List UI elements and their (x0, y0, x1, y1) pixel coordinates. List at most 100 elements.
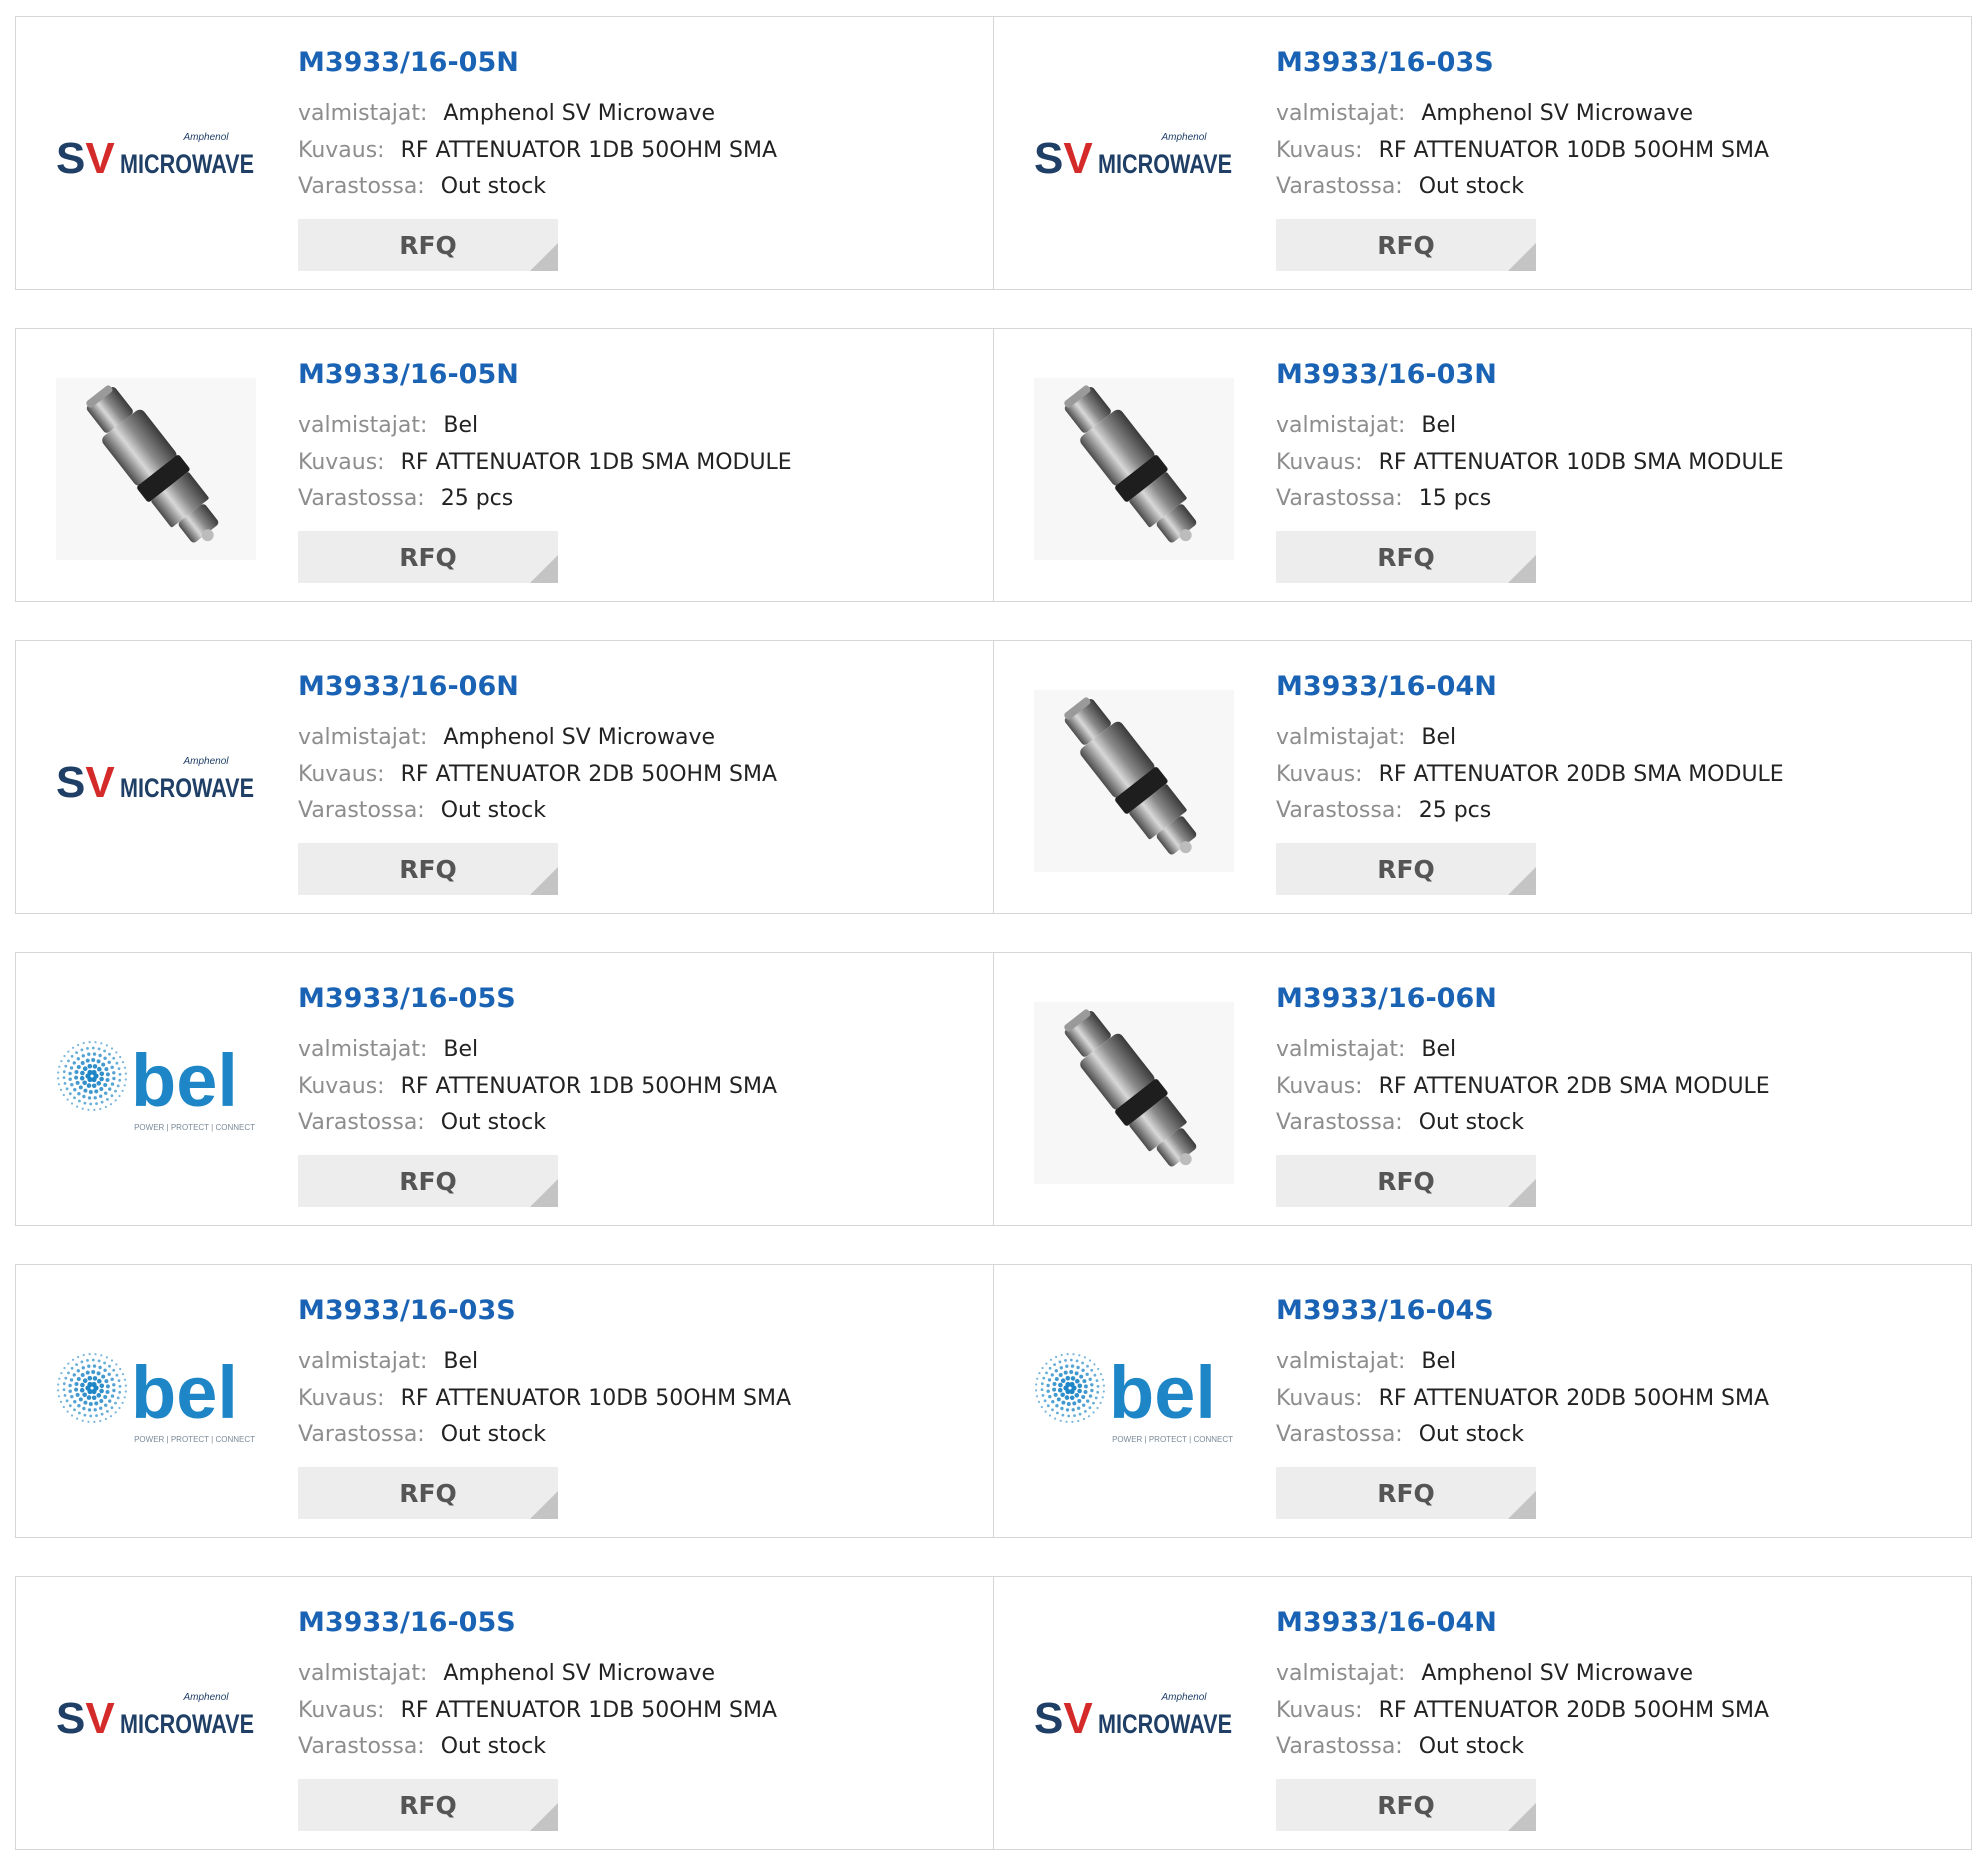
product-card: Amphenol SV MICROWAVE M3933/16-03S valmi… (993, 17, 1972, 289)
description-value: RF ATTENUATOR 20DB SMA MODULE (1378, 762, 1784, 787)
rfq-button[interactable]: RFQ (1276, 219, 1536, 271)
stock-field: Varastossa: 25 pcs (298, 486, 513, 511)
product-image[interactable] (1033, 1002, 1235, 1184)
manufacturer-value: Bel (1421, 413, 1457, 438)
rfq-button[interactable]: RFQ (298, 1779, 558, 1831)
product-image[interactable]: Amphenol SV MICROWAVE (1033, 1626, 1235, 1808)
manufacturer-value: Bel (443, 413, 479, 438)
manufacturer-field: valmistajat: Amphenol SV Microwave (1276, 1661, 1693, 1686)
description-field: Kuvaus: RF ATTENUATOR 2DB 50OHM SMA (298, 762, 777, 787)
description-field: Kuvaus: RF ATTENUATOR 2DB SMA MODULE (1276, 1074, 1770, 1099)
manufacturer-field: valmistajat: Bel (298, 1037, 478, 1062)
rfq-button[interactable]: RFQ (1276, 843, 1536, 895)
product-image[interactable] (1033, 378, 1235, 560)
rfq-button-label: RFQ (399, 542, 457, 572)
manufacturer-label: valmistajat: (1276, 101, 1406, 126)
rfq-button-label: RFQ (1377, 1166, 1435, 1196)
product-image[interactable]: Amphenol SV MICROWAVE (55, 690, 257, 872)
rfq-button[interactable]: RFQ (1276, 1467, 1536, 1519)
part-number-link[interactable]: M3933/16-04N (1276, 671, 1497, 702)
manufacturer-label: valmistajat: (298, 1037, 428, 1062)
product-row: Amphenol SV MICROWAVE M3933/16-06N valmi… (15, 640, 1972, 914)
logo-word-text: bel (1109, 1351, 1216, 1434)
manufacturer-value: Amphenol SV Microwave (1421, 1661, 1694, 1686)
product-image[interactable]: bel POWER | PROTECT | CONNECT (55, 1314, 257, 1496)
bel-burst-icon (57, 1041, 127, 1111)
rfq-button[interactable]: RFQ (298, 219, 558, 271)
rfq-button[interactable]: RFQ (1276, 1779, 1536, 1831)
description-value: RF ATTENUATOR 10DB SMA MODULE (1378, 450, 1784, 475)
rfq-button[interactable]: RFQ (298, 1155, 558, 1207)
product-image[interactable]: Amphenol SV MICROWAVE (55, 1626, 257, 1808)
manufacturer-label: valmistajat: (298, 1661, 428, 1686)
logo-tagline-text: Amphenol (182, 132, 229, 143)
part-number-link[interactable]: M3933/16-04S (1276, 1295, 1494, 1326)
manufacturer-label: valmistajat: (1276, 413, 1406, 438)
rfq-button[interactable]: RFQ (1276, 1155, 1536, 1207)
description-field: Kuvaus: RF ATTENUATOR 1DB SMA MODULE (298, 450, 792, 475)
logo-mark-text: SV (1034, 134, 1093, 183)
rfq-button[interactable]: RFQ (298, 531, 558, 583)
corner-triangle-icon (530, 1803, 558, 1831)
logo-tagline-text: POWER | PROTECT | CONNECT (134, 1123, 255, 1132)
stock-label: Varastossa: (1276, 798, 1403, 823)
stock-label: Varastossa: (298, 798, 425, 823)
manufacturer-field: valmistajat: Bel (298, 413, 478, 438)
part-number-link[interactable]: M3933/16-03S (1276, 47, 1494, 78)
description-value: RF ATTENUATOR 2DB SMA MODULE (1378, 1074, 1770, 1099)
stock-field: Varastossa: Out stock (1276, 1422, 1524, 1447)
part-number-link[interactable]: M3933/16-03S (298, 1295, 516, 1326)
rfq-button-label: RFQ (399, 1478, 457, 1508)
stock-label: Varastossa: (1276, 1734, 1403, 1759)
product-row: bel POWER | PROTECT | CONNECT M3933/16-0… (15, 1264, 1972, 1538)
product-image[interactable]: bel POWER | PROTECT | CONNECT (55, 1002, 257, 1184)
rfq-button-label: RFQ (399, 854, 457, 884)
stock-value: Out stock (440, 174, 546, 199)
logo-word-text: bel (131, 1039, 238, 1122)
product-image[interactable] (1033, 690, 1235, 872)
logo-tagline-text: Amphenol (182, 1692, 229, 1703)
product-image[interactable]: Amphenol SV MICROWAVE (1033, 66, 1235, 248)
manufacturer-label: valmistajat: (298, 1349, 428, 1374)
part-number-link[interactable]: M3933/16-06N (298, 671, 519, 702)
corner-triangle-icon (1508, 1491, 1536, 1519)
stock-label: Varastossa: (298, 1422, 425, 1447)
stock-value: 25 pcs (1418, 798, 1492, 823)
product-image[interactable]: bel POWER | PROTECT | CONNECT (1033, 1314, 1235, 1496)
description-label: Kuvaus: (1276, 1386, 1363, 1411)
product-image[interactable] (55, 378, 257, 560)
rfq-button[interactable]: RFQ (298, 1467, 558, 1519)
description-value: RF ATTENUATOR 1DB 50OHM SMA (400, 1074, 778, 1099)
logo-tagline-text: POWER | PROTECT | CONNECT (1112, 1435, 1233, 1444)
rfq-button[interactable]: RFQ (1276, 531, 1536, 583)
manufacturer-field: valmistajat: Amphenol SV Microwave (298, 725, 715, 750)
product-card: M3933/16-04N valmistajat: Bel Kuvaus: RF A… (993, 641, 1972, 913)
description-label: Kuvaus: (1276, 450, 1363, 475)
part-number-link[interactable]: M3933/16-05S (298, 1607, 516, 1638)
sv-microwave-logo: Amphenol SV MICROWAVE (1034, 132, 1232, 183)
bel-logo: bel POWER | PROTECT | CONNECT (57, 1351, 255, 1444)
part-number-link[interactable]: M3933/16-05N (298, 359, 519, 390)
rfq-button[interactable]: RFQ (298, 843, 558, 895)
part-number-link[interactable]: M3933/16-03N (1276, 359, 1497, 390)
stock-field: Varastossa: Out stock (1276, 1734, 1524, 1759)
description-label: Kuvaus: (1276, 1074, 1363, 1099)
stock-value: Out stock (440, 1422, 546, 1447)
part-number-link[interactable]: M3933/16-06N (1276, 983, 1497, 1014)
part-number-link[interactable]: M3933/16-05S (298, 983, 516, 1014)
bel-burst-icon (57, 1353, 127, 1423)
manufacturer-label: valmistajat: (1276, 1661, 1406, 1686)
part-number-link[interactable]: M3933/16-04N (1276, 1607, 1497, 1638)
logo-mark-text: SV (56, 1694, 115, 1743)
product-card: bel POWER | PROTECT | CONNECT M3933/16-0… (15, 1265, 993, 1537)
product-image[interactable]: Amphenol SV MICROWAVE (55, 66, 257, 248)
part-number-link[interactable]: M3933/16-05N (298, 47, 519, 78)
logo-tagline-text: POWER | PROTECT | CONNECT (134, 1435, 255, 1444)
description-value: RF ATTENUATOR 2DB 50OHM SMA (400, 762, 778, 787)
bel-burst-icon (1035, 1353, 1105, 1423)
description-field: Kuvaus: RF ATTENUATOR 1DB 50OHM SMA (298, 1074, 777, 1099)
description-field: Kuvaus: RF ATTENUATOR 10DB 50OHM SMA (1276, 138, 1769, 163)
description-value: RF ATTENUATOR 1DB 50OHM SMA (400, 1698, 778, 1723)
manufacturer-label: valmistajat: (1276, 1349, 1406, 1374)
description-label: Kuvaus: (298, 1698, 385, 1723)
